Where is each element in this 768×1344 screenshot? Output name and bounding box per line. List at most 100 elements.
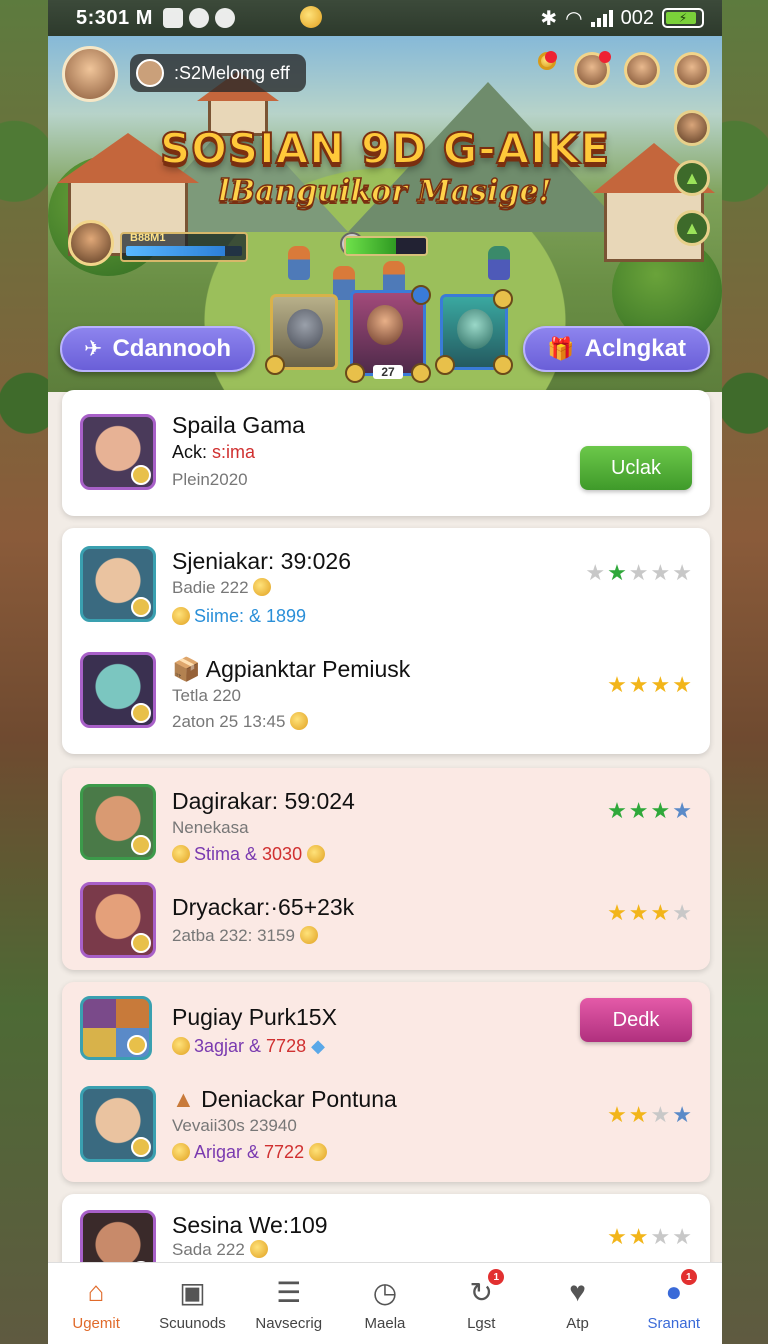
star-icon: ★ <box>672 798 692 823</box>
tree-upgrade-icon[interactable]: ▲ <box>674 210 710 246</box>
coin-icon <box>253 578 272 596</box>
item-title: Spaila Gama <box>172 412 305 438</box>
chest-icon: ▲ <box>172 1086 202 1112</box>
game-thumbnail <box>80 414 156 490</box>
unit-card[interactable] <box>265 294 338 375</box>
star-rating: ★ ★ ★ ★ <box>607 674 692 696</box>
progress-bar <box>344 236 428 256</box>
list-item[interactable]: ▲ Deniackar Pontuna Vevaii30s 23940 Arig… <box>62 1074 710 1182</box>
nav-item-lgst[interactable]: ↻ 1 Lgst <box>436 1269 526 1332</box>
game-thumbnail <box>80 652 156 728</box>
item-meta: Tetla 220 <box>172 686 241 705</box>
list-card: Sjeniakar: 39:026 Badie 222 Siime: & 189… <box>62 528 710 754</box>
list-item[interactable]: Sjeniakar: 39:026 Badie 222 Siime: & 189… <box>62 528 710 638</box>
player-avatar[interactable] <box>62 46 118 102</box>
star-icon: ★ <box>650 672 671 697</box>
star-icon: ★ <box>672 560 692 585</box>
star-icon: ★ <box>607 672 627 697</box>
nav-item-scuunods[interactable]: ▣ Scuunods <box>147 1275 237 1333</box>
star-rating: ★ ★ ★ ★ <box>607 902 692 924</box>
item-title: Sesina We:109 <box>172 1212 328 1238</box>
friend-avatar-icon[interactable] <box>674 52 710 88</box>
status-bar: 5:301 M ✱ ◠ 002 ⚡ <box>48 0 722 36</box>
list-item[interactable]: Spaila Gama Ack: s:ima Plein2020 Uclak <box>62 390 710 516</box>
star-rating: ★ ★ ★ ★ <box>607 800 692 822</box>
unit-card-number: 27 <box>373 365 403 379</box>
list-card: Pugiay Purk15X 3agjar & 7728 ◆ Dedk ▲ De… <box>62 982 710 1182</box>
star-icon: ★ <box>628 900 649 925</box>
game-title: SOSIAN 9D G-AIKE <box>159 123 611 174</box>
nav-item-maela[interactable]: ◷ Maela <box>340 1275 430 1333</box>
star-icon: ★ <box>672 1224 692 1249</box>
cdannooh-button[interactable]: ✈ Cdannooh <box>60 326 256 372</box>
player-name-pill[interactable]: :S2Melomg eff <box>130 54 306 92</box>
friend-avatar-icon[interactable] <box>574 51 611 88</box>
item-title: Pugiay Purk15X <box>172 1004 337 1030</box>
game-thumbnail <box>80 1086 156 1162</box>
unit-card-selected[interactable]: 27 <box>345 285 431 383</box>
item-stats: 3agjar & 7728 ◆ <box>172 1036 325 1057</box>
bluetooth-icon: ✱ <box>540 7 558 30</box>
star-icon: ★ <box>607 900 627 925</box>
status-app-icons <box>162 8 235 28</box>
item-title: Sjeniakar: 39:026 <box>172 548 352 574</box>
unit-card[interactable] <box>435 289 513 375</box>
game-thumbnail <box>80 546 156 622</box>
friend-avatar-icon[interactable] <box>624 52 660 88</box>
notification-badge: 1 <box>488 1269 505 1285</box>
gallery-icon <box>162 8 183 28</box>
player-mini-avatar <box>136 59 164 87</box>
star-icon: ★ <box>672 1102 692 1127</box>
nav-item-sranant[interactable]: ● 1 Sranant <box>629 1269 719 1332</box>
list-item[interactable]: Dryackar:·65+23k 2atba 232: 3159 ★ ★ ★ ★ <box>62 868 710 970</box>
star-icon: ★ <box>650 900 671 925</box>
list-item[interactable]: 📦 Agpianktar Pemiusk Tetla 220 2aton 25 … <box>62 638 710 754</box>
status-time: 5:301 M <box>76 6 153 29</box>
player-name: :S2Melomg eff <box>174 62 290 83</box>
item-stats: Stima & 3030 <box>172 844 329 865</box>
star-icon: ★ <box>650 1102 671 1127</box>
item-stats: Arigar & 7722 <box>172 1142 331 1163</box>
coin-icon <box>309 1143 328 1161</box>
hero-avatar[interactable] <box>68 220 114 266</box>
battery-percent: 002 <box>620 6 654 29</box>
list-card: Dagirakar: 59:024 Nenekasa Stima & 3030 … <box>62 768 710 970</box>
star-icon: ★ <box>607 798 627 823</box>
wifi-icon: ◠ <box>565 7 583 30</box>
nav-item-navsecrig[interactable]: ☰ Navsecrig <box>244 1275 334 1333</box>
item-stats: Siime: & 1899 <box>172 606 306 627</box>
item-subtitle: Ack: s:ima <box>172 442 256 462</box>
list-item[interactable]: Dagirakar: 59:024 Nenekasa Stima & 3030 … <box>62 768 710 868</box>
list-item[interactable]: Pugiay Purk15X 3agjar & 7728 ◆ Dedk <box>62 982 710 1074</box>
game-thumbnail <box>80 882 156 958</box>
coin-icon[interactable] <box>538 51 557 70</box>
blocked-icon <box>214 8 235 28</box>
game-banner[interactable]: :S2Melomg eff ▲ ▲ SOSIAN 9D G-AIKE lBang… <box>48 36 722 392</box>
coin-icon <box>172 845 190 863</box>
star-icon: ★ <box>607 560 627 585</box>
location-icon: ♥ <box>569 1276 586 1307</box>
item-meta: Plein2020 <box>172 470 248 489</box>
aclngkat-button[interactable]: 🎁 Aclngkat <box>523 326 710 372</box>
coin-icon <box>172 1143 190 1161</box>
background-right <box>720 0 768 1344</box>
clock-icon: ◷ <box>372 1276 398 1308</box>
bottom-navigation: ⌂ Ugemit ▣ Scuunods ☰ Navsecrig ◷ Maela … <box>48 1262 722 1344</box>
star-icon: ★ <box>650 560 671 585</box>
star-icon: ★ <box>607 1102 627 1127</box>
game-thumbnail <box>80 996 152 1060</box>
nav-item-atp[interactable]: ♥ Atp <box>533 1275 623 1332</box>
nav-item-ugemit[interactable]: ⌂ Ugemit <box>51 1275 141 1332</box>
list-card[interactable]: Spaila Gama Ack: s:ima Plein2020 Uclak <box>62 390 710 516</box>
star-icon: ★ <box>672 900 692 925</box>
game-subtitle: lBanguikor Masige! <box>218 173 553 210</box>
uclak-button[interactable]: Uclak <box>580 446 692 490</box>
notification-badge: 1 <box>680 1269 697 1285</box>
character-sprite <box>288 246 310 280</box>
star-icon: ★ <box>585 560 606 585</box>
dedk-button[interactable]: Dedk <box>580 998 692 1042</box>
item-meta: Vevaii30s 23940 <box>172 1116 297 1135</box>
camera-icon <box>188 8 209 28</box>
coin-icon <box>299 926 318 944</box>
item-stats: 2aton 25 13:45 <box>172 712 312 732</box>
